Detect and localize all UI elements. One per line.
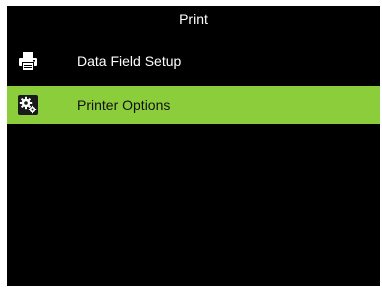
device-screen: Print Data Field Setup Printer Options [7, 6, 380, 286]
menu-item-data-field-setup[interactable]: Data Field Setup [7, 42, 380, 80]
gear-icon [18, 95, 38, 115]
page-title: Print [179, 11, 208, 27]
menu-item-printer-options[interactable]: Printer Options [7, 86, 380, 124]
printer-icon [18, 51, 38, 71]
menu-list: Data Field Setup Printer Options [7, 42, 380, 130]
title-bar: Print [7, 6, 380, 32]
menu-item-label: Printer Options [77, 97, 171, 113]
menu-item-label: Data Field Setup [77, 53, 182, 69]
